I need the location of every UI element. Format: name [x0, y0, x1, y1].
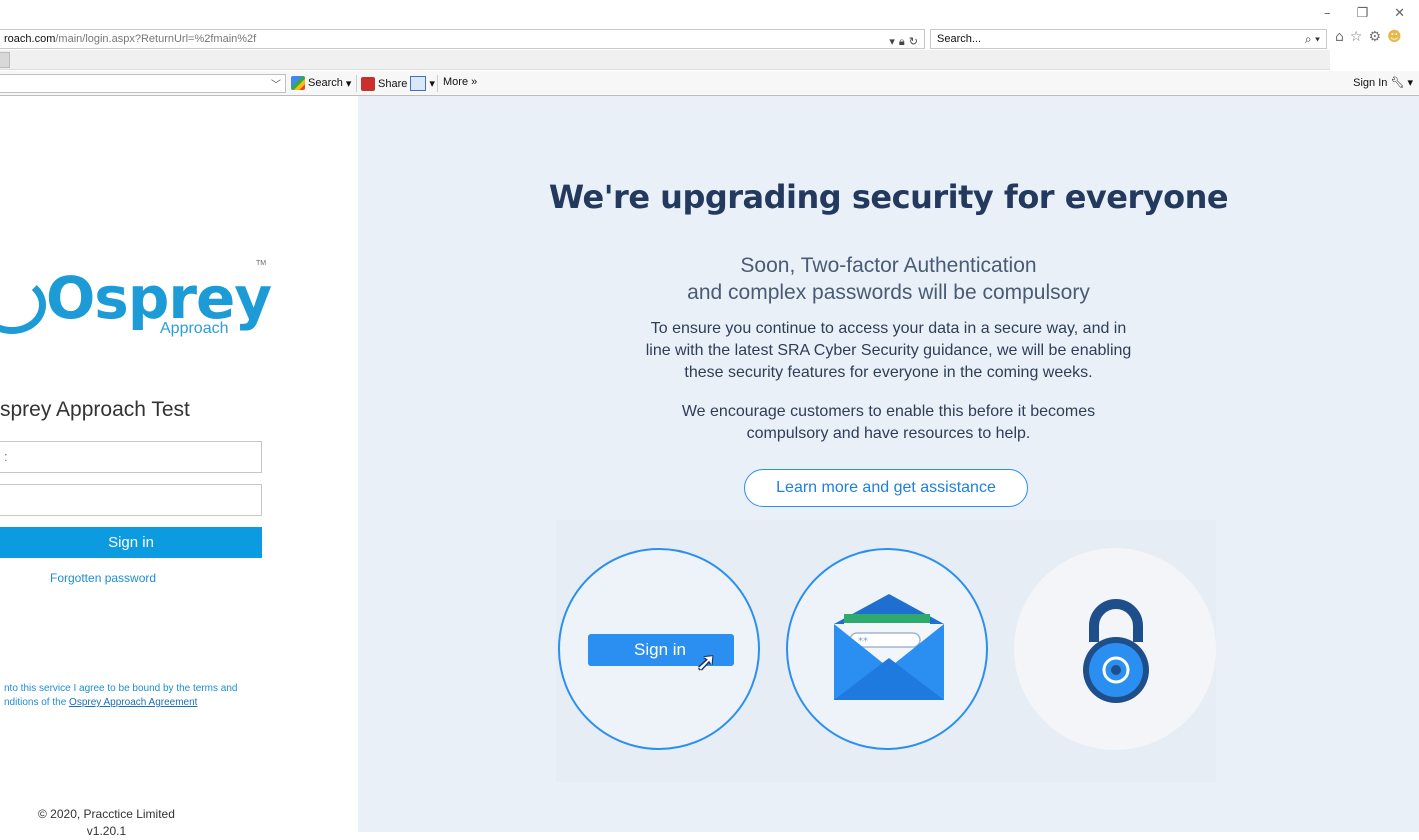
login-panel: Osprey Approach TM sprey Approach Test :…: [0, 96, 358, 838]
refresh-icon[interactable]: ↻: [909, 33, 918, 51]
terms-prefix: nditions of the: [4, 697, 70, 708]
favorites-star-icon[interactable]: ☆: [1350, 29, 1363, 45]
logo-arc-icon: [0, 276, 46, 334]
smiley-feedback-icon[interactable]: ☻: [1387, 29, 1402, 45]
signin-illustration-circle: Sign in ➚: [558, 548, 760, 750]
search-go-icon[interactable]: ⌕ ▾: [1305, 30, 1320, 48]
browser-tab[interactable]: [0, 52, 10, 68]
terms-notice: nto this service I agree to be bound by …: [4, 682, 237, 710]
home-icon[interactable]: ⌂: [1335, 29, 1344, 45]
security-promo-panel: We're upgrading security for everyone So…: [358, 96, 1419, 832]
address-tools: ▾ 🔒︎ ↻: [889, 33, 918, 51]
share-icon: [361, 76, 375, 91]
search-placeholder: Search...: [937, 33, 982, 45]
lock-icon[interactable]: 🔒︎: [899, 33, 905, 51]
google-icon: [291, 76, 305, 90]
url-path: /main/login.aspx?ReturnUrl=%2fmain%2f: [55, 33, 257, 45]
window-controls: – ❐ ✕: [1324, 6, 1405, 21]
window-title-strip: – ❐ ✕: [0, 0, 1419, 28]
promo-body-1-line-1: To ensure you continue to access your da…: [650, 320, 1127, 337]
learn-more-button[interactable]: Learn more and get assistance: [744, 469, 1028, 507]
browser-toolbar: ﹀ Search ▾ Share ▾ More » Sign In 🔧︎ ▾: [0, 71, 1419, 96]
toolbar-search-label: Search: [308, 77, 343, 89]
toolbar-divider: [356, 75, 357, 92]
toolbar-sign-in[interactable]: Sign In 🔧︎ ▾: [1353, 76, 1413, 89]
promo-body-1-line-2: line with the latest SRA Cyber Security …: [645, 342, 1132, 359]
mouse-cursor-icon: ➚: [696, 648, 717, 676]
username-value: :: [4, 449, 8, 464]
envelope-icon: **: [834, 594, 944, 700]
chevron-down-icon[interactable]: ﹀: [271, 76, 281, 91]
copyright-text: © 2020, Pracctice Limited: [38, 807, 175, 821]
site-title: sprey Approach Test: [0, 398, 190, 421]
sign-in-button[interactable]: Sign in: [0, 527, 262, 558]
tab-strip: [0, 50, 1330, 70]
minimize-icon[interactable]: –: [1324, 6, 1331, 21]
toolbar-sign-in-label: Sign In: [1353, 77, 1388, 89]
toolbar-search-button[interactable]: Search ▾: [291, 76, 351, 90]
padlock-illustration-circle: [1014, 548, 1216, 750]
agreement-link[interactable]: Osprey Approach Agreement: [69, 697, 197, 708]
promo-subtitle: Soon, Two-factor Authentication and comp…: [358, 252, 1419, 306]
chevron-down-icon: ▾: [345, 77, 352, 90]
toolbar-share-button[interactable]: Share ▾: [361, 76, 435, 91]
logo-trademark: TM: [256, 260, 267, 267]
chevron-down-icon[interactable]: ▾: [429, 77, 435, 90]
toolbar-share-label: Share: [378, 77, 408, 90]
promo-body-2-line-1: We encourage customers to enable this be…: [681, 403, 1096, 420]
restore-icon[interactable]: ❐: [1356, 6, 1368, 21]
padlock-icon: [1083, 599, 1149, 703]
close-icon[interactable]: ✕: [1394, 6, 1405, 21]
browser-icons: ⌂ ☆ ⚙ ☻: [1335, 29, 1402, 45]
email-illustration-circle: **: [786, 548, 988, 750]
dropdown-icon[interactable]: ▾: [889, 33, 895, 51]
toolbar-more-button[interactable]: More »: [443, 76, 477, 88]
toolbar-search-combo[interactable]: ﹀: [0, 74, 286, 93]
promo-title: We're upgrading security for everyone: [548, 178, 1229, 216]
terms-line-1: nto this service I agree to be bound by …: [4, 683, 238, 694]
forgotten-password-link[interactable]: Forgotten password: [50, 571, 156, 585]
wrench-icon[interactable]: 🔧︎ ▾: [1390, 77, 1413, 89]
logo-subtitle: Approach: [160, 320, 229, 337]
promo-body-1: To ensure you continue to access your da…: [358, 318, 1419, 384]
copyright-block: © 2020, Pracctice Limited v1.20.1: [38, 806, 175, 840]
toolbar-divider: [437, 75, 438, 92]
toolbar-more-label: More »: [443, 76, 478, 88]
security-illustration: Sign in ➚ **: [556, 520, 1216, 782]
username-field[interactable]: :: [0, 441, 262, 473]
settings-gear-icon[interactable]: ⚙: [1368, 29, 1381, 45]
password-field[interactable]: [0, 484, 262, 516]
logo-word: Osprey: [46, 264, 272, 332]
promo-body-2-line-2: compulsory and have resources to help.: [746, 425, 1031, 442]
browser-search-input[interactable]: Search... ⌕ ▾: [930, 29, 1327, 49]
promo-body-1-line-3: these security features for everyone in …: [684, 364, 1093, 381]
promo-subtitle-line-1: Soon, Two-factor Authentication: [740, 254, 1037, 277]
terms-line-2: nditions of the Osprey Approach Agreemen…: [4, 696, 237, 710]
address-row: roach.com/main/login.aspx?ReturnUrl=%2fm…: [0, 28, 1419, 50]
promo-subtitle-line-2: and complex passwords will be compulsory: [687, 281, 1090, 304]
osprey-logo: Osprey Approach TM: [0, 258, 272, 348]
promo-body-2: We encourage customers to enable this be…: [358, 401, 1419, 445]
url-domain: roach.com: [4, 33, 56, 45]
view-icon[interactable]: [410, 76, 427, 91]
address-bar[interactable]: roach.com/main/login.aspx?ReturnUrl=%2fm…: [0, 29, 925, 49]
